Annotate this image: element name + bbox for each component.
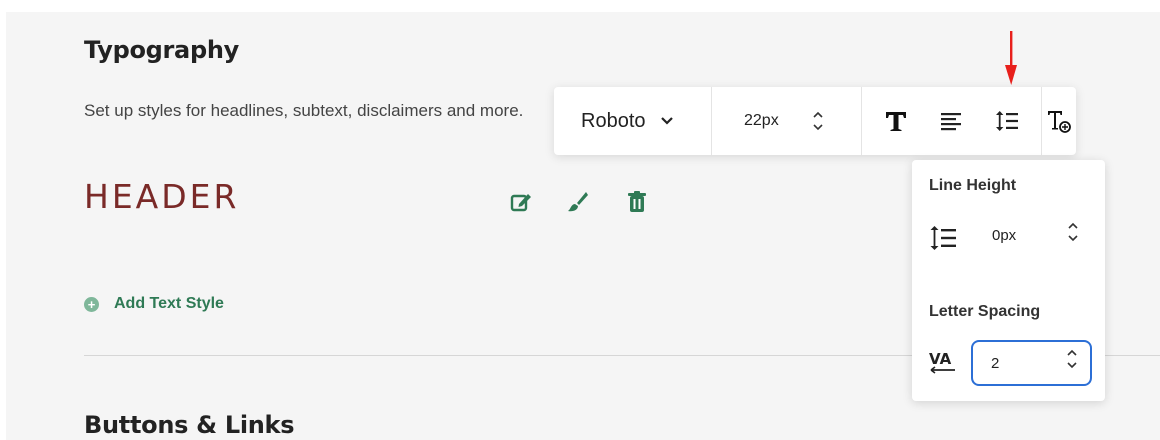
- svg-text:VA: VA: [929, 350, 952, 368]
- format-buttons-group: [862, 87, 1042, 155]
- align-left-button[interactable]: [934, 104, 968, 138]
- clear-formatting-icon: [1048, 111, 1071, 133]
- chevron-down-icon[interactable]: [1067, 361, 1077, 369]
- text-format-toolbar: Roboto 22px: [554, 87, 1076, 155]
- font-size-value: 22px: [744, 112, 779, 129]
- chevron-down-icon: [660, 117, 673, 125]
- letter-spacing-label: Letter Spacing: [929, 303, 1041, 320]
- letter-spacing-stepper[interactable]: [1067, 349, 1077, 369]
- header-style-sample[interactable]: HEADER: [84, 177, 239, 216]
- line-height-label: Line Height: [929, 177, 1017, 194]
- text-bold-icon: [885, 112, 906, 131]
- red-arrow-annotation-icon: [1005, 31, 1017, 85]
- bold-text-button[interactable]: [879, 104, 913, 138]
- letter-spacing-icon: VA: [929, 350, 955, 374]
- clear-format-button[interactable]: [1042, 87, 1076, 155]
- chevron-up-icon[interactable]: [1067, 349, 1077, 357]
- line-height-stepper[interactable]: [1068, 222, 1078, 242]
- add-text-style-button[interactable]: + Add Text Style: [84, 293, 224, 315]
- plus-circle-icon: +: [84, 296, 99, 312]
- typography-title: Typography: [84, 36, 239, 64]
- line-height-icon: [930, 226, 956, 250]
- align-left-icon: [941, 113, 962, 131]
- letter-spacing-value: 2: [991, 354, 1000, 372]
- font-family-dropdown[interactable]: Roboto: [554, 87, 712, 155]
- clear-format-icon-wrap: [1042, 104, 1076, 138]
- font-family-value: Roboto: [581, 109, 646, 132]
- line-height-icon: [996, 111, 1019, 131]
- chevron-down-icon[interactable]: [813, 123, 823, 131]
- trash-icon[interactable]: [625, 190, 649, 214]
- buttons-links-title: Buttons & Links: [84, 411, 295, 439]
- typography-subtitle: Set up styles for headlines, subtext, di…: [84, 101, 524, 120]
- chevron-up-icon[interactable]: [1068, 222, 1078, 230]
- edit-icon[interactable]: [509, 190, 533, 214]
- paint-brush-icon[interactable]: [565, 190, 589, 214]
- chevron-down-icon[interactable]: [1068, 234, 1078, 242]
- line-height-popover: Line Height 0px Letter Spacing VA 2: [912, 160, 1105, 401]
- add-text-style-label: Add Text Style: [114, 295, 224, 312]
- line-height-button[interactable]: [990, 104, 1024, 138]
- chevron-up-icon[interactable]: [813, 111, 823, 119]
- font-size-control[interactable]: 22px: [712, 87, 862, 155]
- font-size-stepper[interactable]: [813, 111, 823, 131]
- line-height-value[interactable]: 0px: [992, 227, 1016, 244]
